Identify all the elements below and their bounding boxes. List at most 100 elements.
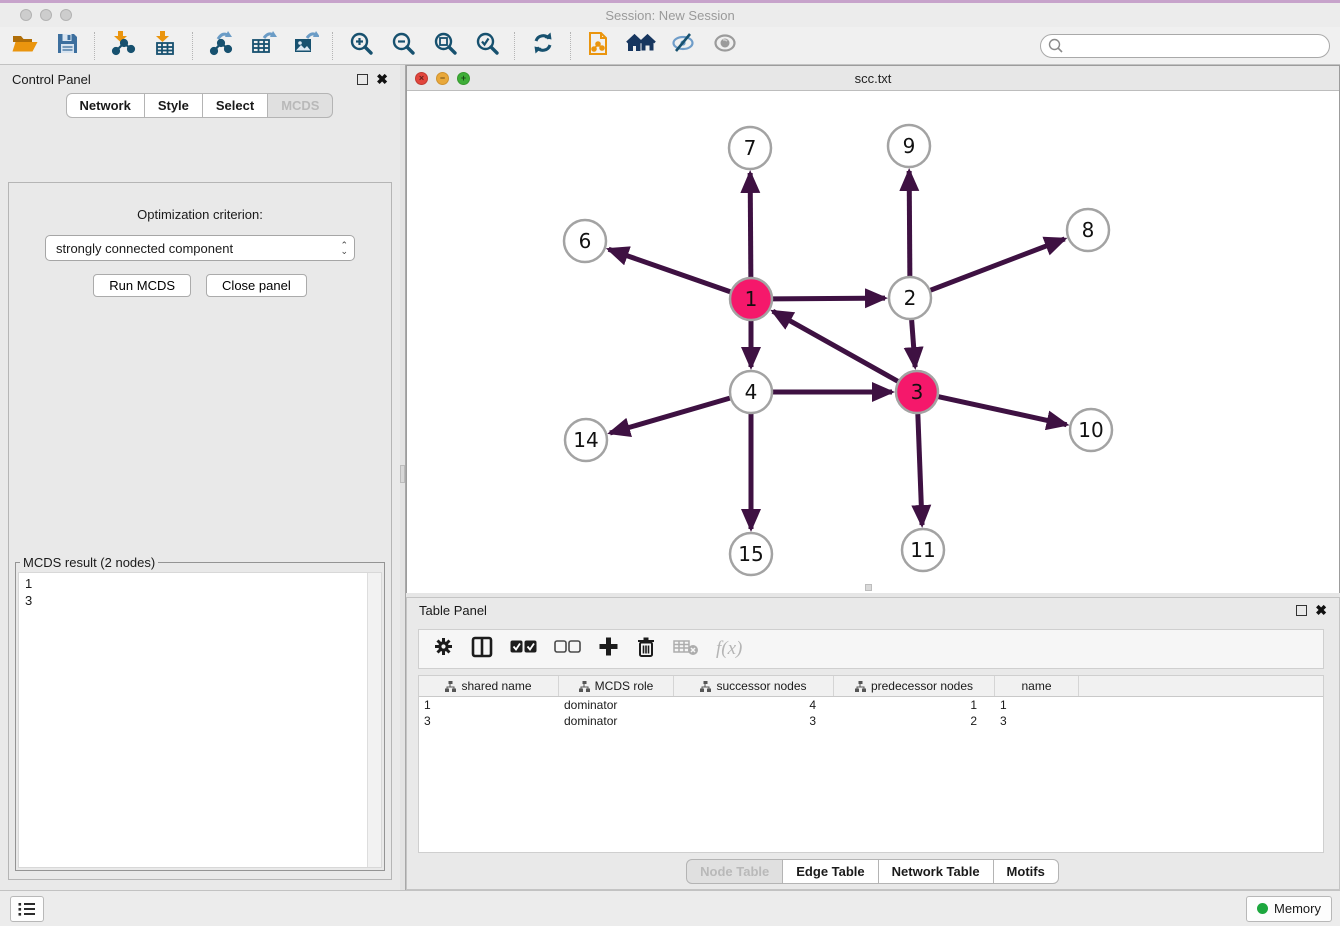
graph-edge-2-9[interactable]	[909, 171, 910, 276]
zoom-fit-button[interactable]	[424, 29, 466, 63]
graph-node-11[interactable]: 11	[902, 529, 944, 571]
tab-edge-table[interactable]: Edge Table	[782, 859, 878, 884]
close-panel-button[interactable]: Close panel	[206, 274, 307, 297]
toolbar-separator	[94, 32, 96, 60]
graph-edge-2-8[interactable]	[931, 239, 1065, 290]
window-title: Session: New Session	[0, 8, 1340, 23]
zoom-fit-icon	[433, 31, 458, 61]
tab-style[interactable]: Style	[144, 93, 203, 118]
zoom-out-button[interactable]	[382, 29, 424, 63]
graph-edge-4-14[interactable]	[610, 398, 730, 433]
graph-node-6[interactable]: 6	[564, 220, 606, 262]
cell-shared-name[interactable]: 1	[419, 698, 559, 712]
table-settings-button[interactable]	[433, 636, 454, 662]
cell-successor-nodes[interactable]: 3	[674, 714, 834, 728]
export-network-button[interactable]	[200, 29, 242, 63]
export-table-icon	[250, 30, 277, 61]
graph-edge-3-1[interactable]	[773, 311, 898, 381]
cell-mcds-role[interactable]: dominator	[559, 714, 674, 728]
network-graph: 7 9 6 8 1 2 4 3 14 10 15 11	[407, 91, 1339, 593]
network-window-titlebar[interactable]: × − + scc.txt	[407, 66, 1339, 91]
tab-network-table[interactable]: Network Table	[878, 859, 994, 884]
export-image-button[interactable]	[284, 29, 326, 63]
table-row[interactable]: 3 dominator 3 2 3	[419, 713, 1323, 729]
cell-predecessor-nodes[interactable]: 1	[834, 698, 995, 712]
create-column-button[interactable]	[598, 636, 619, 662]
graph-node-15[interactable]: 15	[730, 533, 772, 575]
show-visibility-button[interactable]	[704, 29, 746, 63]
close-table-panel-icon[interactable]: ✖	[1315, 605, 1327, 616]
graph-node-7[interactable]: 7	[729, 127, 771, 169]
tab-mcds[interactable]: MCDS	[267, 93, 333, 118]
show-columns-button[interactable]	[471, 636, 493, 663]
close-panel-icon[interactable]: ✖	[376, 74, 388, 85]
import-network-icon	[110, 30, 136, 61]
splitter-handle[interactable]	[400, 465, 405, 483]
task-history-button[interactable]	[10, 896, 44, 922]
column-header-successor-nodes[interactable]: successor nodes	[674, 676, 834, 696]
canvas-resize-handle[interactable]	[865, 584, 872, 591]
tab-network[interactable]: Network	[66, 93, 145, 118]
column-header-name[interactable]: name	[995, 676, 1079, 696]
graph-edge-1-2[interactable]	[773, 298, 885, 299]
svg-text:15: 15	[738, 542, 763, 566]
tab-node-table[interactable]: Node Table	[686, 859, 783, 884]
result-node-id: 1	[25, 575, 375, 592]
export-table-button[interactable]	[242, 29, 284, 63]
column-header-mcds-role[interactable]: MCDS role	[559, 676, 674, 696]
column-type-icon	[579, 681, 590, 692]
cell-name[interactable]: 3	[995, 714, 1079, 728]
graph-node-3[interactable]: 3	[896, 371, 938, 413]
delete-table-button[interactable]	[673, 638, 699, 661]
graph-node-8[interactable]: 8	[1067, 209, 1109, 251]
deselect-all-columns-button[interactable]	[554, 640, 581, 658]
zoom-selected-button[interactable]	[466, 29, 508, 63]
cell-predecessor-nodes[interactable]: 2	[834, 714, 995, 728]
refresh-button[interactable]	[522, 29, 564, 63]
column-header-predecessor-nodes[interactable]: predecessor nodes	[834, 676, 995, 696]
graph-edge-1-6[interactable]	[609, 249, 731, 291]
import-table-button[interactable]	[144, 29, 186, 63]
save-session-button[interactable]	[46, 29, 88, 63]
graph-node-14[interactable]: 14	[565, 419, 607, 461]
search-input[interactable]	[1040, 34, 1330, 58]
cell-mcds-role[interactable]: dominator	[559, 698, 674, 712]
column-header-shared-name[interactable]: shared name	[419, 676, 559, 696]
float-table-panel-icon[interactable]	[1296, 605, 1307, 616]
tab-select[interactable]: Select	[202, 93, 268, 118]
result-scrollbar[interactable]	[367, 573, 381, 867]
criterion-select[interactable]: strongly connected component ⌃⌄	[45, 235, 355, 261]
graph-edge-2-3[interactable]	[912, 320, 916, 367]
network-canvas[interactable]: 7 9 6 8 1 2 4 3 14 10 15 11	[407, 91, 1339, 593]
float-panel-icon[interactable]	[357, 74, 368, 85]
home-button[interactable]	[620, 29, 662, 63]
graph-node-4[interactable]: 4	[730, 371, 772, 413]
svg-text:7: 7	[744, 136, 757, 160]
table-row[interactable]: 1 dominator 4 1 1	[419, 697, 1323, 713]
cell-successor-nodes[interactable]: 4	[674, 698, 834, 712]
graph-node-2[interactable]: 2	[889, 277, 931, 319]
mcds-result-list[interactable]: 1 3	[18, 572, 382, 868]
hide-visibility-button[interactable]	[662, 29, 704, 63]
cell-name[interactable]: 1	[995, 698, 1079, 712]
select-all-columns-button[interactable]	[510, 640, 537, 658]
graph-edge-3-10[interactable]	[938, 397, 1066, 425]
graph-edge-3-11[interactable]	[918, 414, 922, 525]
table-toolbar: f(x)	[418, 629, 1324, 669]
status-bar: Memory	[0, 890, 1340, 926]
cell-shared-name[interactable]: 3	[419, 714, 559, 728]
delete-column-button[interactable]	[636, 636, 656, 663]
graph-node-1[interactable]: 1	[730, 278, 772, 320]
tab-motifs[interactable]: Motifs	[993, 859, 1059, 884]
zoom-in-button[interactable]	[340, 29, 382, 63]
memory-button[interactable]: Memory	[1246, 896, 1332, 922]
graph-node-9[interactable]: 9	[888, 125, 930, 167]
import-network-button[interactable]	[102, 29, 144, 63]
graph-node-10[interactable]: 10	[1070, 409, 1112, 451]
open-session-button[interactable]	[4, 29, 46, 63]
select-stepper-icon: ⌃⌄	[340, 242, 348, 254]
network-from-file-button[interactable]	[578, 29, 620, 63]
graph-edge-1-7[interactable]	[750, 173, 751, 277]
run-mcds-button[interactable]: Run MCDS	[93, 274, 191, 297]
function-builder-button[interactable]: f(x)	[716, 638, 742, 660]
